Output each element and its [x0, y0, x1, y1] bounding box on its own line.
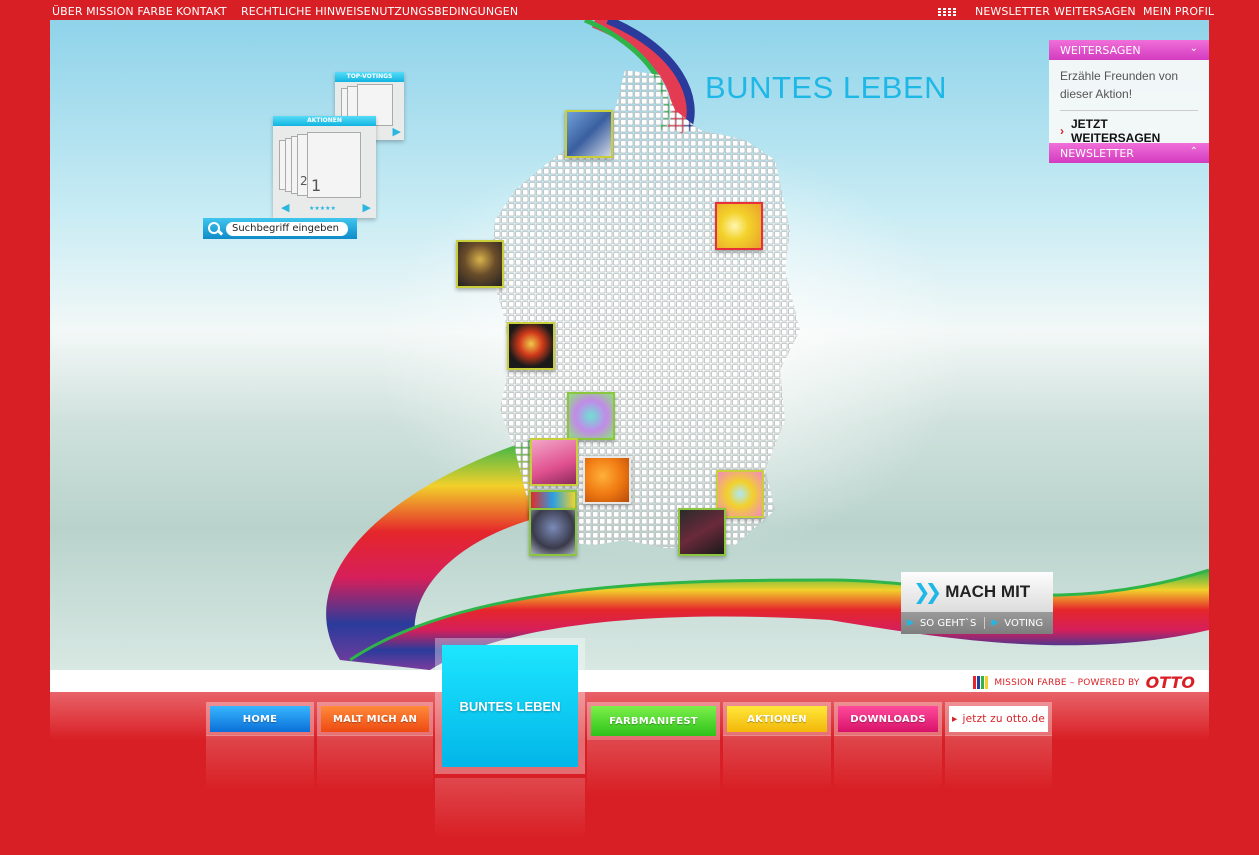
map-photo-thumbnail[interactable]: [507, 322, 555, 370]
map-photo-thumbnail[interactable]: [456, 240, 504, 288]
map-photo-thumbnail[interactable]: [583, 456, 631, 504]
mach-mit-links: ▶ SO GEHT`S ▶ VOTING: [901, 612, 1053, 634]
reflection: [834, 735, 942, 790]
nav-button-farbmanifest[interactable]: FARBMANIFEST: [587, 702, 720, 740]
nav-button-farbmanifest-label: FARBMANIFEST: [591, 706, 716, 736]
nav-button-buntes-leben-label: BUNTES LEBEN: [442, 645, 578, 767]
nav-button-home-label: HOME: [210, 706, 310, 732]
otto-link-label: jetzt zu otto.de: [962, 713, 1045, 725]
nav-button-otto-link[interactable]: ▸ jetzt zu otto.de: [945, 702, 1052, 736]
map-photo-thumbnail[interactable]: [567, 392, 615, 440]
nav-button-home[interactable]: HOME: [206, 702, 314, 736]
nav-link-mein-profil[interactable]: MEIN PROFIL: [1143, 5, 1214, 18]
so-gehts-link[interactable]: ▶ SO GEHT`S: [901, 618, 976, 629]
weitersagen-title: WEITERSAGEN: [1060, 44, 1141, 57]
nav-link-nutzungsbedingungen[interactable]: NUTZUNGSBEDINGUNGEN: [371, 5, 518, 18]
top-navigation: ÜBER MISSION FARBE KONTAKT RECHTLICHE HI…: [0, 0, 1259, 20]
nav-link-newsletter[interactable]: NEWSLETTER: [975, 5, 1050, 18]
reflection: [317, 735, 433, 790]
nav-button-aktionen[interactable]: AKTIONEN: [723, 702, 831, 736]
reflection: [945, 735, 1052, 790]
powered-by-text: MISSION FARBE – POWERED BY: [994, 677, 1140, 688]
otto-link-inner: ▸ jetzt zu otto.de: [949, 706, 1048, 732]
nav-link-kontakt[interactable]: KONTAKT: [176, 5, 227, 18]
reflection: [587, 740, 720, 795]
nav-link-weitersagen[interactable]: WEITERSAGEN: [1054, 5, 1136, 18]
arrow-right-icon: ›: [1060, 124, 1064, 138]
reflection: [435, 778, 585, 838]
map-photo-thumbnail[interactable]: [678, 508, 726, 556]
weitersagen-body: Erzähle Freunden von dieser Aktion! › JE…: [1049, 60, 1209, 145]
search-icon[interactable]: [206, 220, 226, 237]
right-panel: WEITERSAGEN ⌄ Erzähle Freunden von diese…: [1049, 40, 1209, 163]
powered-by: MISSION FARBE – POWERED BY OTTO: [973, 673, 1195, 692]
newsletter-title: NEWSLETTER: [1060, 147, 1134, 160]
nav-link-rechtliche-hinweise[interactable]: RECHTLICHE HINWEISE: [241, 5, 371, 18]
arrow-right-icon: ▶: [991, 618, 999, 628]
aktionen-label: AKTIONEN: [273, 116, 376, 126]
map-photo-thumbnail[interactable]: [530, 438, 578, 486]
map-photo-thumbnail[interactable]: [565, 110, 613, 158]
mission-farbe-logo-icon: [973, 676, 989, 689]
aktionen-widget[interactable]: AKTIONEN 2 1 ◀ ★★★★★ ▶: [273, 116, 376, 218]
mach-mit-box: ❯❯ MACH MIT ▶ SO GEHT`S ▶ VOTING: [901, 572, 1053, 634]
voting-label: VOTING: [1004, 617, 1044, 629]
reflection: [206, 735, 314, 790]
voting-link[interactable]: ▶ VOTING: [991, 618, 1043, 629]
bar-chart-icon: [938, 8, 958, 17]
page-title: BUNTES LEBEN: [705, 70, 948, 105]
mach-mit-button[interactable]: ❯❯ MACH MIT: [901, 572, 1053, 612]
jetzt-weitersagen-label: JETZT WEITERSAGEN: [1071, 117, 1161, 145]
divider: [1060, 110, 1198, 111]
rating-stars: ★★★★★: [309, 205, 336, 212]
search-bar: [203, 218, 357, 239]
hero-stage: BUNTES LEBEN TOP-VOTINGS ▶ AKTIONEN 2 1 …: [50, 20, 1209, 670]
arrow-right-icon[interactable]: ▶: [393, 125, 401, 138]
weitersagen-header[interactable]: WEITERSAGEN ⌄: [1049, 40, 1209, 60]
top-votings-label: TOP-VOTINGS: [335, 72, 404, 82]
nav-button-malt-mich-an-label: MALT MICH AN: [321, 706, 429, 732]
nav-button-malt-mich-an[interactable]: MALT MICH AN: [317, 702, 433, 736]
nav-button-downloads-label: DOWNLOADS: [838, 706, 938, 732]
arrow-right-icon: ▶: [907, 618, 914, 628]
map-photo-thumbnail[interactable]: [715, 202, 763, 250]
nav-link-ueber-mission-farbe[interactable]: ÜBER MISSION FARBE: [52, 5, 173, 18]
weitersagen-text: Erzähle Freunden von dieser Aktion!: [1060, 69, 1179, 101]
otto-logo[interactable]: OTTO: [1146, 673, 1195, 692]
nav-button-buntes-leben[interactable]: BUNTES LEBEN: [435, 638, 585, 774]
chevron-up-icon: ⌃: [1189, 146, 1198, 157]
arrow-right-icon[interactable]: ▶: [363, 201, 371, 214]
newsletter-header[interactable]: NEWSLETTER ⌃: [1049, 143, 1209, 163]
search-input[interactable]: [226, 221, 348, 236]
arrow-right-icon: ▸: [951, 713, 958, 725]
arrow-left-icon[interactable]: ◀: [281, 201, 289, 214]
chevron-down-icon: ⌄: [1189, 43, 1198, 54]
so-gehts-label: SO GEHT`S: [919, 617, 977, 629]
double-chevron-right-icon: ❯❯: [913, 580, 942, 604]
divider: [984, 617, 986, 629]
nav-button-downloads[interactable]: DOWNLOADS: [834, 702, 942, 736]
jetzt-weitersagen-link[interactable]: › JETZT WEITERSAGEN: [1060, 117, 1198, 145]
mach-mit-label: MACH MIT: [945, 582, 1031, 601]
footer-strip: MISSION FARBE – POWERED BY OTTO: [50, 670, 1209, 692]
reflection: [723, 735, 831, 790]
widget-number: 1: [311, 176, 322, 195]
widget-number: 2: [300, 174, 308, 188]
map-photo-thumbnail[interactable]: [529, 508, 577, 556]
nav-button-aktionen-label: AKTIONEN: [727, 706, 827, 732]
